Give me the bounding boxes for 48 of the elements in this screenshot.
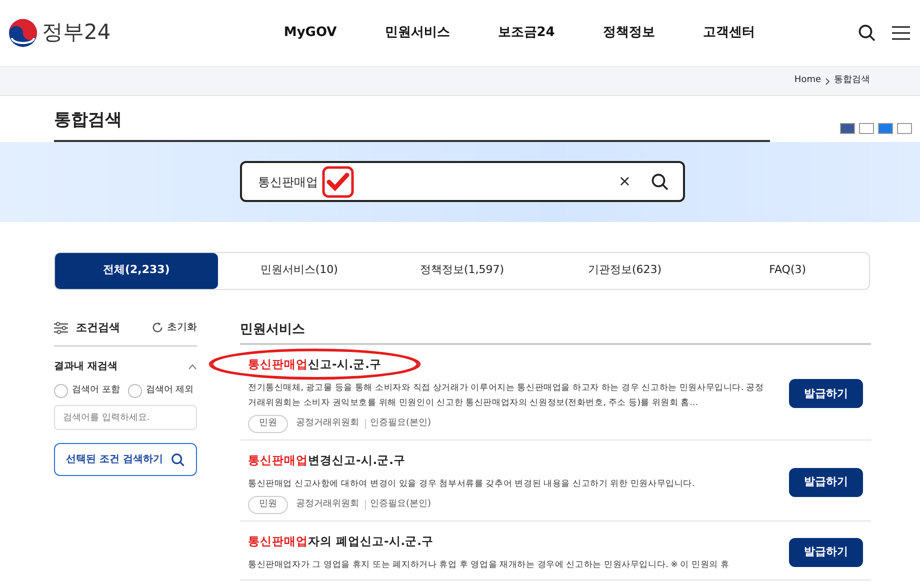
- clear-button[interactable]: ×: [618, 170, 631, 193]
- search-icon: [170, 452, 185, 466]
- issue-button[interactable]: 발급하기: [789, 379, 863, 408]
- nav-link[interactable]: 정책정보: [602, 23, 655, 43]
- logo-icon: [8, 18, 38, 48]
- filter-icon: [54, 322, 68, 334]
- breadcrumb-link[interactable]: 통합검색: [834, 74, 870, 88]
- logo-text[interactable]: 정부24: [42, 17, 111, 49]
- filter-title: 조건검색: [76, 320, 120, 336]
- category-tag: 민원: [248, 415, 288, 433]
- issue-button[interactable]: 발급하기: [789, 468, 863, 497]
- chevron-icon: [825, 78, 830, 84]
- radio-option[interactable]: 검색어 제외: [128, 384, 194, 398]
- result-description: 통신판매업자가 그 영업을 휴지 또는 폐지하거나 휴업 후 영업을 재개하는 경우에 신고하는 민원사무입니다. ※ 이 민원의 휴: [248, 558, 730, 572]
- search-text: 통신판매업: [258, 174, 318, 190]
- search-icon[interactable]: [858, 24, 876, 42]
- breadcrumb-link[interactable]: Home: [794, 74, 821, 88]
- search-field[interactable]: 통신판매업 ×: [240, 161, 685, 202]
- agency-name: 공정거래위원회: [296, 417, 359, 430]
- nav-link[interactable]: MyGOV: [284, 23, 337, 43]
- collapse-icon[interactable]: [188, 364, 197, 370]
- radio-option[interactable]: 검색어 포함: [54, 384, 120, 398]
- auth-requirement: 인증필요(본인): [370, 417, 432, 430]
- tab[interactable]: 전체(2,233): [55, 252, 218, 288]
- search-input-field[interactable]: 검색어를 입력하세요.: [54, 405, 197, 430]
- nav-link[interactable]: 고객센터: [702, 23, 755, 43]
- search-button[interactable]: 선택된 조건 검색하기: [54, 443, 197, 476]
- tab[interactable]: FAQ(3): [706, 252, 869, 288]
- tab[interactable]: 민원서비스(10): [218, 252, 381, 288]
- agency-name: 공정거래위원회: [296, 498, 359, 511]
- menu-icon[interactable]: [892, 26, 910, 40]
- result-description: 전기통신매체, 광고물 등을 통해 소비자와 직접 상거래가 이루어지는 통신판매업을 하고자 하는 경우 신고하는 민원사무입니다. 공정거래위원회는 소비자 권익보호를 위해 민원인이 신고한 통신판매업자의 신원정보(전화번호, 주소 등)를 위원회 홈…: [248, 382, 765, 410]
- issue-button[interactable]: 발급하기: [789, 538, 863, 567]
- auth-requirement: 인증필요(본인): [370, 498, 432, 511]
- refresh-icon: [152, 322, 163, 334]
- nav-link[interactable]: 보조금24: [498, 23, 555, 43]
- reset-button[interactable]: 초기화: [152, 320, 197, 336]
- result-description: 통신판매업 신고사항에 대하여 변경이 있을 경우 첨부서류를 갖추어 변경된 내용을 신고하기 위한 민원사무입니다.: [248, 478, 696, 491]
- search-icon[interactable]: [651, 172, 669, 191]
- section-title: 결과내 재검색: [54, 360, 118, 374]
- checkmark-icon: [322, 166, 354, 198]
- result-title[interactable]: 통신판매업자의 폐업신고-시.군.구: [248, 532, 434, 550]
- nav-link[interactable]: 민원서비스: [384, 23, 450, 43]
- category-tag: 민원: [248, 496, 288, 514]
- tab[interactable]: 기관정보(623): [543, 252, 706, 288]
- tab[interactable]: 정책정보(1,597): [380, 252, 544, 288]
- section-heading: 민원서비스: [240, 320, 871, 345]
- result-title[interactable]: 통신판매업 변경신고-시.군.구: [248, 452, 406, 469]
